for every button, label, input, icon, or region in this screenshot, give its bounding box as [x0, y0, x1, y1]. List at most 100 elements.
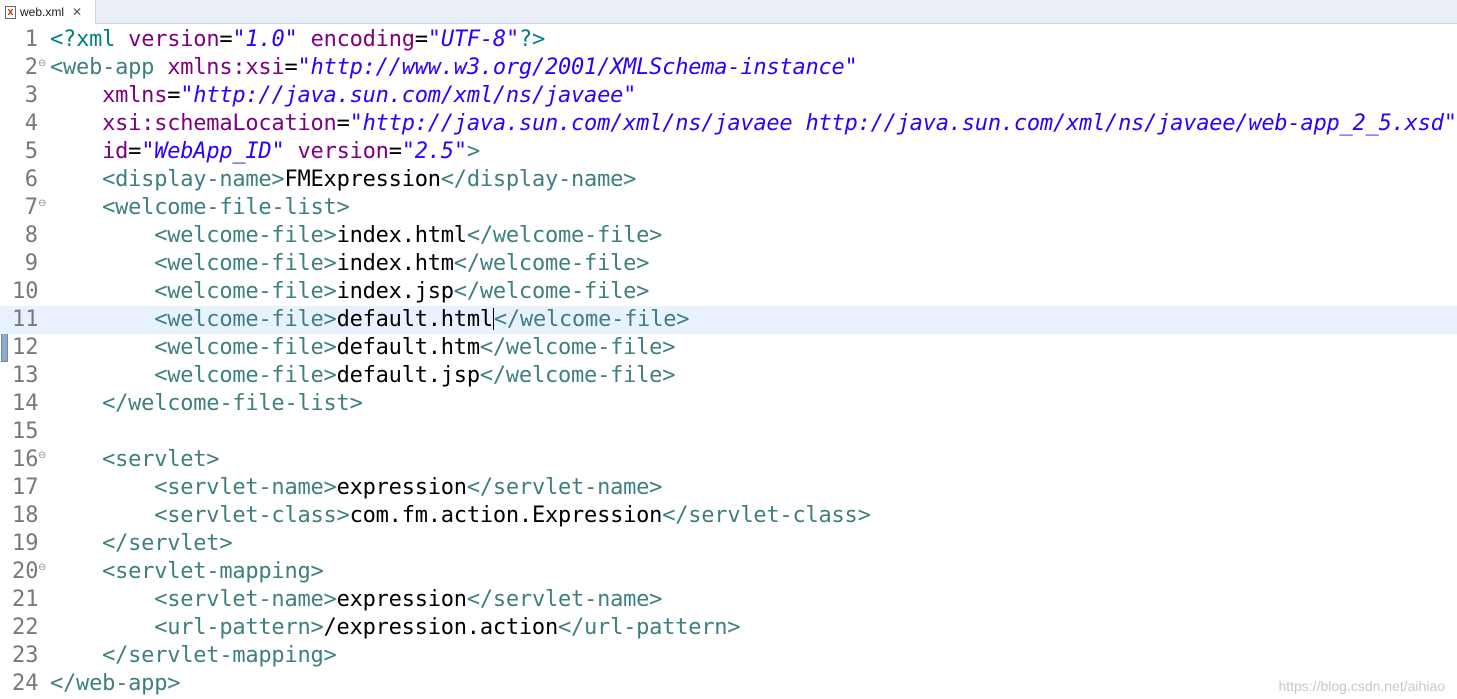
code-token: index.htm	[336, 251, 454, 276]
line-number: 12	[12, 335, 39, 360]
tab-label: web.xml	[20, 5, 65, 19]
code-token: expression	[336, 475, 467, 500]
line-number: 1	[24, 27, 38, 52]
code-text: <servlet>	[50, 446, 219, 474]
line-number: 4	[24, 111, 38, 136]
code-line[interactable]: 21 <servlet-name>expression</servlet-nam…	[0, 586, 1457, 614]
code-text: <welcome-file>index.jsp</welcome-file>	[50, 278, 649, 306]
code-line[interactable]: 12 <welcome-file>default.htm</welcome-fi…	[0, 334, 1457, 362]
code-token: </welcome-file>	[466, 223, 663, 248]
code-line[interactable]: 6 <display-name>FMExpression</display-na…	[0, 166, 1457, 194]
code-line[interactable]: 9 <welcome-file>index.htm</welcome-file>	[0, 250, 1457, 278]
code-token: =	[219, 27, 233, 52]
code-editor[interactable]: 1 <?xml version="1.0" encoding="UTF-8"?> 2…	[0, 24, 1457, 699]
code-line[interactable]: 19 </servlet>	[0, 530, 1457, 558]
code-line[interactable]: 18 <servlet-class>com.fm.action.Expressi…	[0, 502, 1457, 530]
code-text: <welcome-file-list>	[50, 194, 350, 222]
code-line[interactable]: 24 </web-app>	[0, 670, 1457, 698]
code-token: "http://java.sun.com/xml/ns/javaee"	[180, 83, 637, 108]
code-text: <url-pattern>/expression.action</url-pat…	[50, 614, 740, 642]
watermark: https://blog.csdn.net/aihiao	[1278, 678, 1445, 694]
close-icon[interactable]: ✕	[72, 5, 82, 19]
code-text: </servlet-mapping>	[50, 642, 337, 670]
code-text: <welcome-file>default.htm</welcome-file>	[50, 334, 675, 362]
code-line[interactable]: 2 ⊖ <web-app xmlns:xsi="http://www.w3.org/…	[0, 54, 1457, 82]
code-token: <welcome-file>	[154, 223, 337, 248]
code-token: <welcome-file-list>	[102, 195, 350, 220]
code-token: </url-pattern>	[557, 615, 741, 640]
code-text: <welcome-file>index.htm</welcome-file>	[50, 250, 649, 278]
code-line[interactable]: 16 ⊖ <servlet>	[0, 446, 1457, 474]
code-token: xsi:schemaLocation	[102, 111, 337, 136]
code-text: <welcome-file>default.jsp</welcome-file>	[50, 362, 675, 390]
line-number: 9	[24, 251, 38, 276]
code-line[interactable]: 13 <welcome-file>default.jsp</welcome-fi…	[0, 362, 1457, 390]
code-token: version	[128, 27, 220, 52]
code-text: </web-app>	[50, 670, 180, 698]
code-token: "WebApp_ID"	[141, 139, 285, 164]
code-token: "2.5"	[401, 139, 467, 164]
code-token: id	[102, 139, 129, 164]
line-number: 24	[12, 671, 39, 696]
code-token: =	[167, 83, 181, 108]
code-token: default.htm	[336, 335, 481, 360]
code-token: </welcome-file>	[493, 307, 690, 332]
code-line[interactable]: 3 xmlns="http://java.sun.com/xml/ns/java…	[0, 82, 1457, 110]
code-token: "http://www.w3.org/2001/XMLSchema-instan…	[297, 55, 858, 80]
code-token: <?	[50, 27, 77, 52]
code-token: <welcome-file>	[154, 251, 337, 276]
xml-file-icon: X	[5, 5, 16, 19]
code-token: <url-pattern>	[154, 615, 324, 640]
code-token: =	[336, 111, 350, 136]
line-number: 16	[12, 447, 39, 472]
code-token: <display-name>	[102, 167, 285, 192]
code-line[interactable]: 15	[0, 418, 1457, 446]
code-line[interactable]: 23 </servlet-mapping>	[0, 642, 1457, 670]
code-line[interactable]: 5 id="WebApp_ID" version="2.5">	[0, 138, 1457, 166]
code-token: <servlet-name>	[154, 587, 337, 612]
code-text: <web-app xmlns:xsi="http://www.w3.org/20…	[50, 54, 858, 82]
code-text: id="WebApp_ID" version="2.5">	[50, 138, 480, 166]
code-text: <servlet-mapping>	[50, 558, 324, 586]
line-number: 8	[24, 223, 38, 248]
code-token: </welcome-file-list>	[102, 391, 363, 416]
tab-web-xml[interactable]: X web.xml ✕	[0, 0, 96, 24]
fold-toggle-icon[interactable]: ⊖	[38, 563, 46, 573]
code-line[interactable]: 10 <welcome-file>index.jsp</welcome-file…	[0, 278, 1457, 306]
line-number: 7	[24, 195, 38, 220]
code-line[interactable]: 4 xsi:schemaLocation="http://java.sun.co…	[0, 110, 1457, 138]
code-token: "UTF-8"	[427, 27, 519, 52]
line-number: 13	[12, 363, 39, 388]
code-line[interactable]: 11 <welcome-file>default.html</welcome-f…	[0, 306, 1457, 334]
code-token: <servlet-mapping>	[102, 559, 324, 584]
line-number: 19	[12, 531, 39, 556]
code-line[interactable]: 22 <url-pattern>/expression.action</url-…	[0, 614, 1457, 642]
code-text: <welcome-file>index.html</welcome-file>	[50, 222, 662, 250]
line-number: 3	[24, 83, 38, 108]
line-number: 11	[12, 307, 39, 332]
line-number: 17	[12, 475, 39, 500]
code-line[interactable]: 14 </welcome-file-list>	[0, 390, 1457, 418]
code-token: <welcome-file>	[154, 363, 337, 388]
fold-toggle-icon[interactable]: ⊖	[38, 451, 46, 461]
code-line[interactable]: 20 ⊖ <servlet-mapping>	[0, 558, 1457, 586]
fold-toggle-icon[interactable]: ⊖	[38, 59, 46, 69]
code-line[interactable]: 1 <?xml version="1.0" encoding="UTF-8"?>	[0, 26, 1457, 54]
fold-toggle-icon[interactable]: ⊖	[38, 199, 46, 209]
code-line[interactable]: 17 <servlet-name>expression</servlet-nam…	[0, 474, 1457, 502]
code-token: default.html	[336, 307, 494, 332]
code-line[interactable]: 8 <welcome-file>index.html</welcome-file…	[0, 222, 1457, 250]
code-line[interactable]: 7 ⊖ <welcome-file-list>	[0, 194, 1457, 222]
code-token: encoding	[310, 27, 415, 52]
